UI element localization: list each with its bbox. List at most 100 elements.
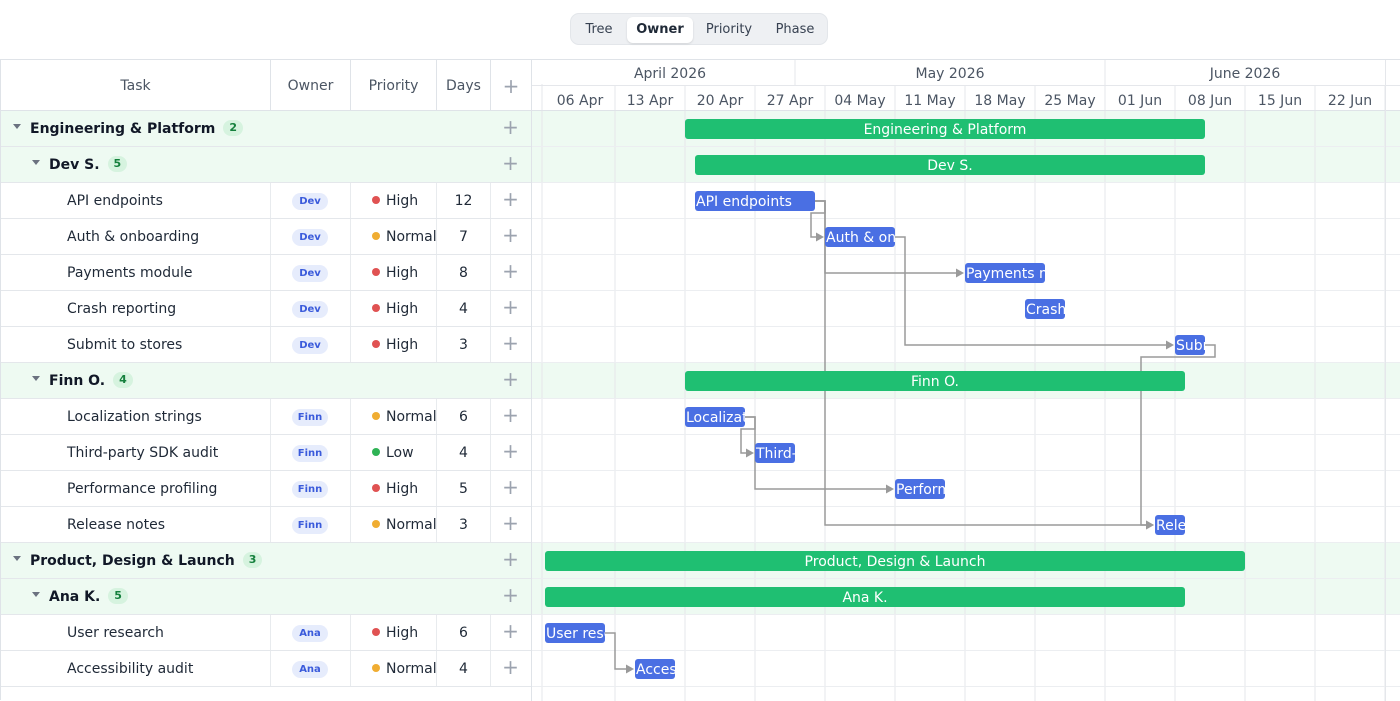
add-subtask-icon[interactable]: + [491, 579, 530, 614]
task-row[interactable]: Release notes Finn Normal 3 + [1, 507, 531, 543]
add-subtask-icon[interactable]: + [491, 651, 530, 686]
days-cell: 3 [437, 327, 491, 362]
group-row[interactable]: Product, Design & Launch 3 + [1, 543, 531, 579]
week-label: 01 Jun [1118, 93, 1162, 109]
owner-badge: Finn [292, 445, 328, 462]
task-row[interactable]: Localization strings Finn Normal 6 + [1, 399, 531, 435]
add-subtask-icon[interactable]: + [491, 543, 530, 578]
task-name: Auth & onboarding [1, 219, 271, 254]
task-row[interactable]: Accessibility audit Ana Normal 4 + [1, 651, 531, 687]
add-task-header-button[interactable]: + [491, 60, 531, 110]
priority-label: High [386, 265, 419, 281]
days-cell: 8 [437, 255, 491, 290]
group-row[interactable]: Engineering & Platform 2 + [1, 111, 531, 147]
collapse-caret-icon[interactable] [32, 376, 40, 381]
owner-cell: Finn [271, 435, 351, 470]
task-bar-label: Third- [755, 446, 797, 462]
owner-badge: Ana [292, 625, 328, 642]
group-name-cell: Product, Design & Launch 3 [1, 543, 491, 578]
add-cell: + [491, 327, 531, 362]
task-name: Third-party SDK audit [1, 435, 271, 470]
priority-dot-icon [372, 268, 380, 276]
add-subtask-icon[interactable]: + [491, 219, 530, 254]
column-header-days[interactable]: Days [437, 60, 491, 110]
dependency-arrow-icon [746, 448, 754, 458]
owner-badge: Finn [292, 481, 328, 498]
task-row[interactable]: Performance profiling Finn High 5 + [1, 471, 531, 507]
task-bar-label: Localizat [686, 410, 748, 426]
add-subtask-icon[interactable]: + [491, 615, 530, 650]
days-cell: 12 [437, 183, 491, 218]
gantt-timeline: April 2026 May 2026 June 2026 06 Apr 13 Apr 2… [532, 60, 1400, 701]
gantt-frame: Task Owner Priority Days + Engineering &… [0, 59, 1400, 701]
task-name: Performance profiling [1, 471, 271, 506]
owner-badge: Finn [292, 409, 328, 426]
add-subtask-icon[interactable]: + [491, 507, 530, 542]
group-row[interactable]: Finn O. 4 + [1, 363, 531, 399]
task-row[interactable]: API endpoints Dev High 12 + [1, 183, 531, 219]
priority-dot-icon [372, 304, 380, 312]
priority-label: Normal [386, 517, 437, 533]
add-subtask-icon[interactable]: + [491, 399, 530, 434]
priority-dot-icon [372, 664, 380, 672]
task-row[interactable]: Crash reporting Dev High 4 + [1, 291, 531, 327]
add-subtask-icon[interactable]: + [491, 435, 530, 470]
priority-label: Normal [386, 409, 437, 425]
days-cell: 4 [437, 435, 491, 470]
dependency-arrow-icon [626, 664, 634, 674]
group-bar-label: Engineering & Platform [864, 122, 1027, 138]
priority-label: High [386, 193, 419, 209]
view-owner-button[interactable]: Owner [627, 17, 693, 43]
add-subtask-icon[interactable]: + [491, 363, 530, 398]
add-subtask-icon[interactable]: + [491, 183, 530, 218]
priority-label: Normal [386, 661, 437, 677]
collapse-caret-icon[interactable] [32, 160, 40, 165]
task-bar-label: Crash [1026, 302, 1066, 318]
add-subtask-icon[interactable]: + [491, 471, 530, 506]
task-row[interactable]: User research Ana High 6 + [1, 615, 531, 651]
owner-cell: Finn [271, 507, 351, 542]
column-header-task[interactable]: Task [1, 60, 271, 110]
add-subtask-icon[interactable]: + [491, 327, 530, 362]
column-header-priority[interactable]: Priority [351, 60, 437, 110]
task-name: Payments module [1, 255, 271, 290]
priority-label: High [386, 337, 419, 353]
days-cell: 4 [437, 651, 491, 686]
dependency-arrow-icon [1146, 520, 1154, 530]
add-subtask-icon[interactable]: + [491, 291, 530, 326]
priority-dot-icon [372, 340, 380, 348]
owner-cell: Dev [271, 327, 351, 362]
view-tree-button[interactable]: Tree [574, 17, 624, 43]
task-row[interactable]: Submit to stores Dev High 3 + [1, 327, 531, 363]
priority-cell: High [351, 183, 437, 218]
task-row[interactable]: Payments module Dev High 8 + [1, 255, 531, 291]
view-priority-button[interactable]: Priority [696, 17, 762, 43]
add-cell: + [491, 651, 531, 686]
priority-dot-icon [372, 196, 380, 204]
month-label: May 2026 [915, 66, 984, 82]
group-name: Dev S. [49, 157, 100, 173]
collapse-caret-icon[interactable] [13, 556, 21, 561]
view-phase-button[interactable]: Phase [765, 17, 825, 43]
task-bar-label: Rele [1156, 518, 1186, 534]
priority-dot-icon [372, 628, 380, 636]
task-bar-label: User rese [546, 626, 612, 642]
column-header-owner[interactable]: Owner [271, 60, 351, 110]
view-switcher: Tree Owner Priority Phase [570, 13, 828, 45]
task-name: Submit to stores [1, 327, 271, 362]
add-subtask-icon[interactable]: + [491, 255, 530, 290]
days-cell: 6 [437, 615, 491, 650]
task-row[interactable]: Auth & onboarding Dev Normal 7 + [1, 219, 531, 255]
group-row[interactable]: Dev S. 5 + [1, 147, 531, 183]
task-row[interactable]: Third-party SDK audit Finn Low 4 + [1, 435, 531, 471]
add-cell: + [491, 615, 531, 650]
week-label: 20 Apr [697, 93, 744, 109]
add-subtask-icon[interactable]: + [491, 111, 530, 146]
add-subtask-icon[interactable]: + [491, 147, 530, 182]
group-row[interactable]: Ana K. 5 + [1, 579, 531, 615]
collapse-caret-icon[interactable] [32, 592, 40, 597]
add-cell: + [491, 399, 531, 434]
days-cell: 7 [437, 219, 491, 254]
add-cell: + [491, 579, 531, 614]
collapse-caret-icon[interactable] [13, 124, 21, 129]
